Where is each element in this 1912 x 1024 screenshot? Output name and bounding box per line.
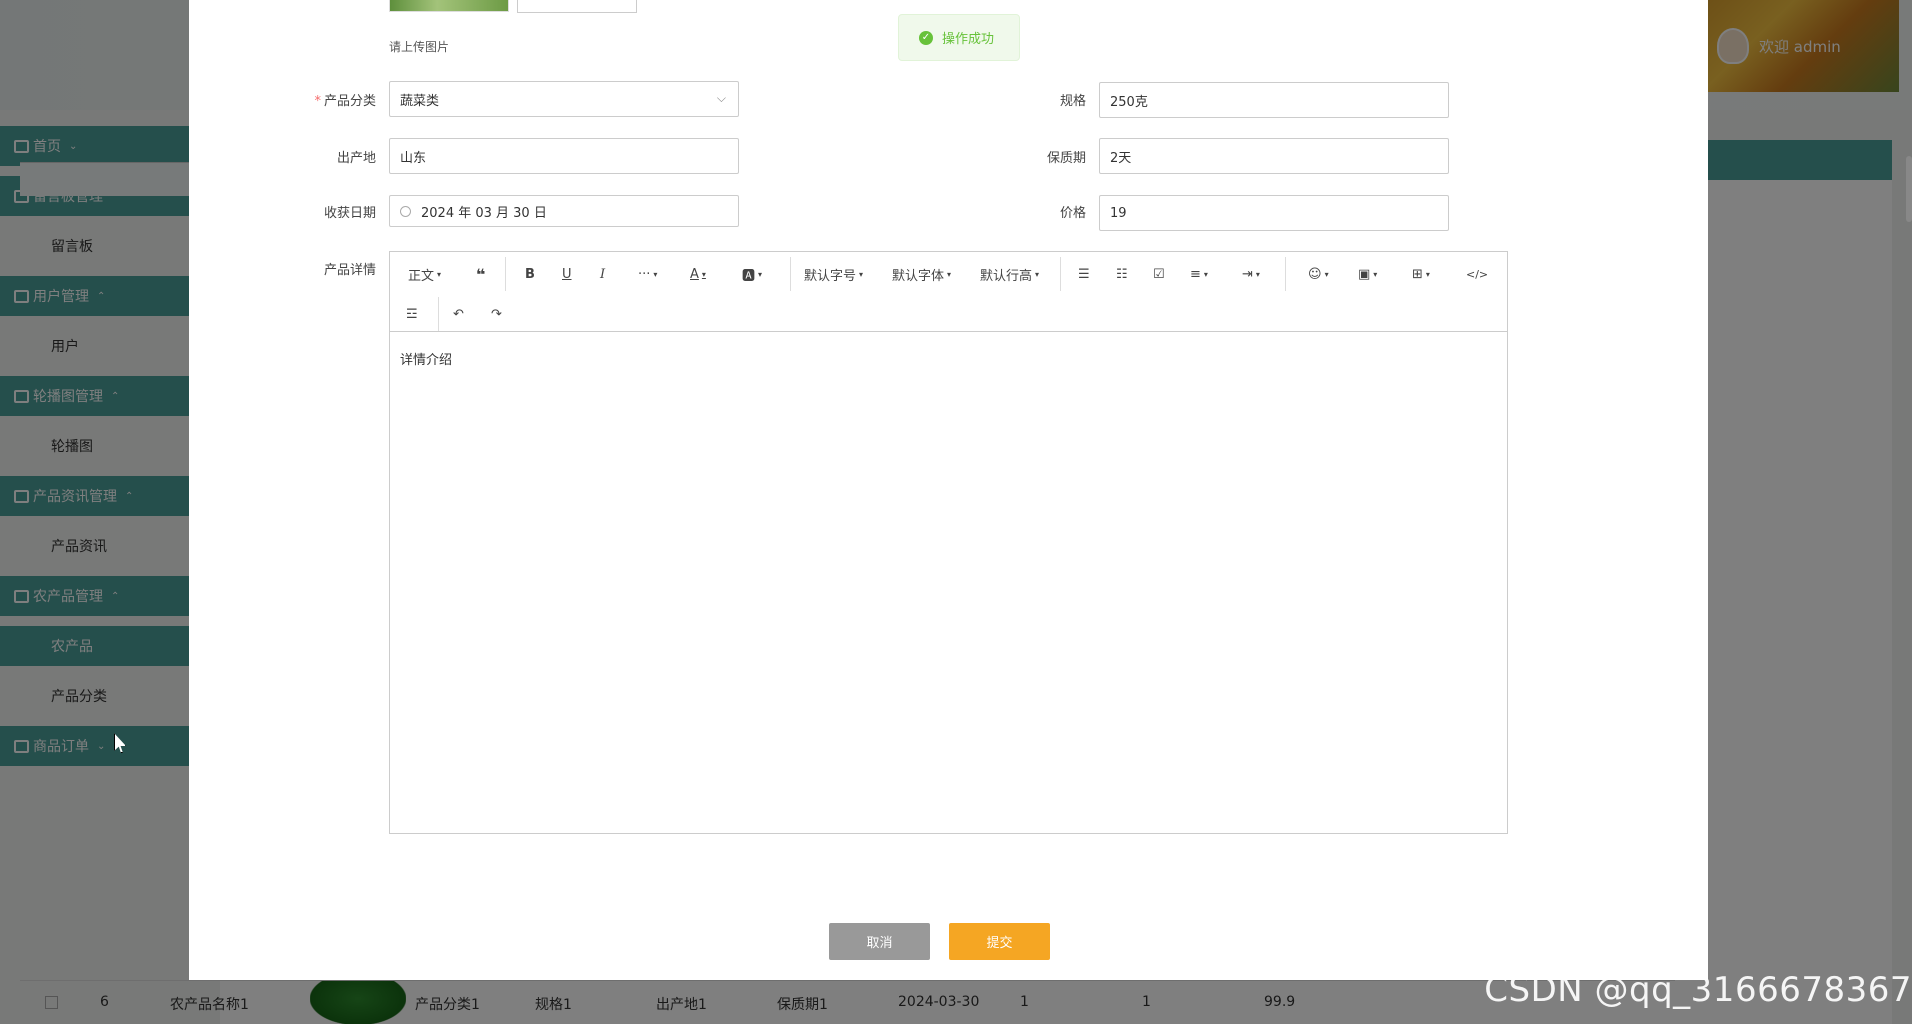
- underline-icon[interactable]: U: [562, 264, 572, 284]
- quote-icon[interactable]: ❝: [476, 264, 485, 284]
- font-color-icon[interactable]: A ▾: [690, 264, 706, 284]
- upload-image-box[interactable]: [517, 0, 637, 13]
- chevron-down-icon: ⌵: [716, 91, 726, 105]
- origin-input[interactable]: 山东: [389, 138, 739, 174]
- category-select[interactable]: 蔬菜类 ⌵: [389, 81, 739, 117]
- shelf-life-input[interactable]: 2天: [1099, 138, 1449, 174]
- spec-input[interactable]: 250克: [1099, 82, 1449, 118]
- todo-checkbox-icon[interactable]: ☑: [1153, 264, 1165, 284]
- detail-label: 产品详情: [323, 263, 376, 278]
- numbered-list-icon[interactable]: ☷: [1116, 264, 1128, 284]
- paragraph-dropdown[interactable]: 正文 ▾: [408, 264, 441, 284]
- undo-icon[interactable]: ↶: [453, 304, 464, 324]
- edit-product-dialog: 请上传图片 ✓ 操作成功 * 产品分类 蔬菜类 ⌵ 规格 250克 出产地 山东 …: [189, 0, 1708, 980]
- background-color-icon[interactable]: 🅰 ▾: [742, 264, 762, 284]
- check-circle-icon: ✓: [919, 30, 933, 45]
- origin-label: 出产地: [336, 151, 376, 166]
- cancel-button[interactable]: 取消: [829, 923, 930, 960]
- price-input[interactable]: 19: [1099, 195, 1449, 231]
- watermark: CSDN @qq_3166678367: [1484, 970, 1912, 1010]
- editor-content[interactable]: 详情介绍: [390, 332, 1507, 385]
- line-height-dropdown[interactable]: 默认行高 ▾: [980, 264, 1039, 284]
- rich-text-editor: 正文 ▾ ❝ B U I ··· ▾ A ▾ 🅰 ▾ 默认字号 ▾ 默认字体 ▾ 默认行高 ▾…: [389, 251, 1508, 834]
- divider-icon[interactable]: ☲: [406, 304, 418, 324]
- uploaded-image-thumbnail[interactable]: [389, 0, 509, 12]
- success-toast: ✓ 操作成功: [898, 14, 1020, 61]
- font-size-dropdown[interactable]: 默认字号 ▾: [804, 264, 863, 284]
- bold-icon[interactable]: B: [525, 264, 535, 284]
- editor-toolbar: 正文 ▾ ❝ B U I ··· ▾ A ▾ 🅰 ▾ 默认字号 ▾ 默认字体 ▾ 默认行高 ▾…: [390, 252, 1507, 332]
- redo-icon[interactable]: ↷: [491, 304, 502, 324]
- more-style-icon[interactable]: ··· ▾: [638, 264, 657, 284]
- image-icon[interactable]: ▣ ▾: [1358, 264, 1377, 284]
- code-icon[interactable]: </>: [1466, 264, 1488, 284]
- indent-icon[interactable]: ⇥ ▾: [1242, 264, 1260, 284]
- italic-icon[interactable]: I: [600, 264, 605, 284]
- category-value: 蔬菜类: [400, 93, 440, 109]
- table-icon[interactable]: ⊞ ▾: [1412, 264, 1430, 284]
- harvest-date-label: 收获日期: [323, 206, 376, 221]
- toast-text: 操作成功: [942, 32, 995, 47]
- editor-paragraph: 详情介绍: [400, 353, 453, 368]
- category-label: * 产品分类: [314, 94, 376, 109]
- align-icon[interactable]: ≡ ▾: [1190, 264, 1208, 284]
- harvest-date-picker[interactable]: 2024 年 03 月 30 日: [389, 195, 739, 227]
- spec-label: 规格: [1059, 94, 1086, 109]
- page-scrollbar[interactable]: [1906, 156, 1912, 222]
- emoji-icon[interactable]: ☺ ▾: [1308, 264, 1329, 284]
- clock-icon: [400, 205, 411, 217]
- price-label: 价格: [1059, 206, 1086, 221]
- bullet-list-icon[interactable]: ☰: [1078, 264, 1090, 284]
- font-family-dropdown[interactable]: 默认字体 ▾: [892, 264, 951, 284]
- shelf-life-label: 保质期: [1046, 151, 1086, 166]
- submit-button[interactable]: 提交: [949, 923, 1050, 960]
- upload-tip: 请上传图片: [389, 40, 450, 54]
